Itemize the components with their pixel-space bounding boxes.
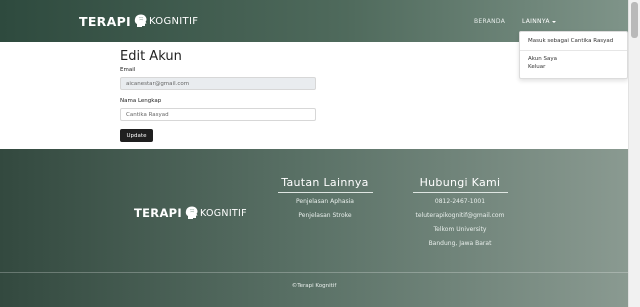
contact-city: Bandung, Jawa Barat (428, 240, 492, 247)
contact-institution: Telkom University (433, 226, 487, 233)
dropdown-item-logged-in-as[interactable]: Masuk sebagai Cantika Rasyad (528, 38, 613, 44)
nav-beranda-link[interactable]: BERANDA (474, 18, 505, 25)
page-title: Edit Akun (120, 49, 182, 64)
caret-down-icon (551, 20, 556, 23)
scrollbar-thumb[interactable] (631, 2, 638, 38)
contact-phone: 0812-2467-1001 (434, 198, 486, 205)
footer-tautan-section: Tautan Lainnya Penjelasan Aphasia Penjel… (270, 176, 380, 226)
site-footer: TERAPI KOGNITIF Tautan Lainnya Penjelasa… (0, 149, 628, 307)
brand-text-kognitif: KOGNITIF (148, 15, 199, 27)
contact-email: teluterapikognitif@gmail.com (415, 212, 505, 219)
hubungi-heading: Hubungi Kami (419, 176, 501, 189)
footer-hubungi-section: Hubungi Kami 0812-2467-1001 teluterapiko… (405, 176, 515, 254)
hubungi-divider (412, 192, 508, 193)
footer-link-stroke[interactable]: Penjelasan Stroke (270, 212, 380, 219)
nav-lainnya-label: LAINNYA (522, 18, 550, 25)
brand-text-terapi: TERAPI (79, 13, 131, 29)
copyright-text: ©Terapi Kognitif (291, 283, 337, 289)
footer-brand-text-terapi: TERAPI (134, 206, 182, 220)
footer-brand-logo: TERAPI KOGNITIF (134, 204, 247, 222)
head-brain-icon (185, 206, 198, 219)
nav-lainnya-dropdown[interactable]: LAINNYA (522, 18, 556, 25)
email-field[interactable] (120, 77, 316, 90)
footer-brand-text-kognitif: KOGNITIF (199, 207, 247, 219)
account-dropdown-menu: Masuk sebagai Cantika Rasyad Akun Saya K… (519, 31, 628, 79)
page-scrollbar[interactable] (628, 0, 640, 307)
dropdown-divider (520, 50, 627, 51)
tautan-divider (277, 192, 373, 193)
dropdown-item-keluar[interactable]: Keluar (528, 64, 545, 70)
update-button[interactable]: Update (120, 129, 153, 142)
nama-lengkap-field[interactable] (120, 108, 316, 121)
footer-link-aphasia[interactable]: Penjelasan Aphasia (270, 198, 380, 205)
email-label: Email (120, 67, 136, 73)
copyright-divider (0, 272, 628, 273)
tautan-heading: Tautan Lainnya (281, 176, 369, 189)
brand-logo[interactable]: TERAPI KOGNITIF (79, 12, 198, 30)
dropdown-item-akun-saya[interactable]: Akun Saya (528, 56, 557, 62)
nama-lengkap-label: Nama Lengkap (120, 98, 162, 104)
head-brain-icon (134, 14, 147, 27)
